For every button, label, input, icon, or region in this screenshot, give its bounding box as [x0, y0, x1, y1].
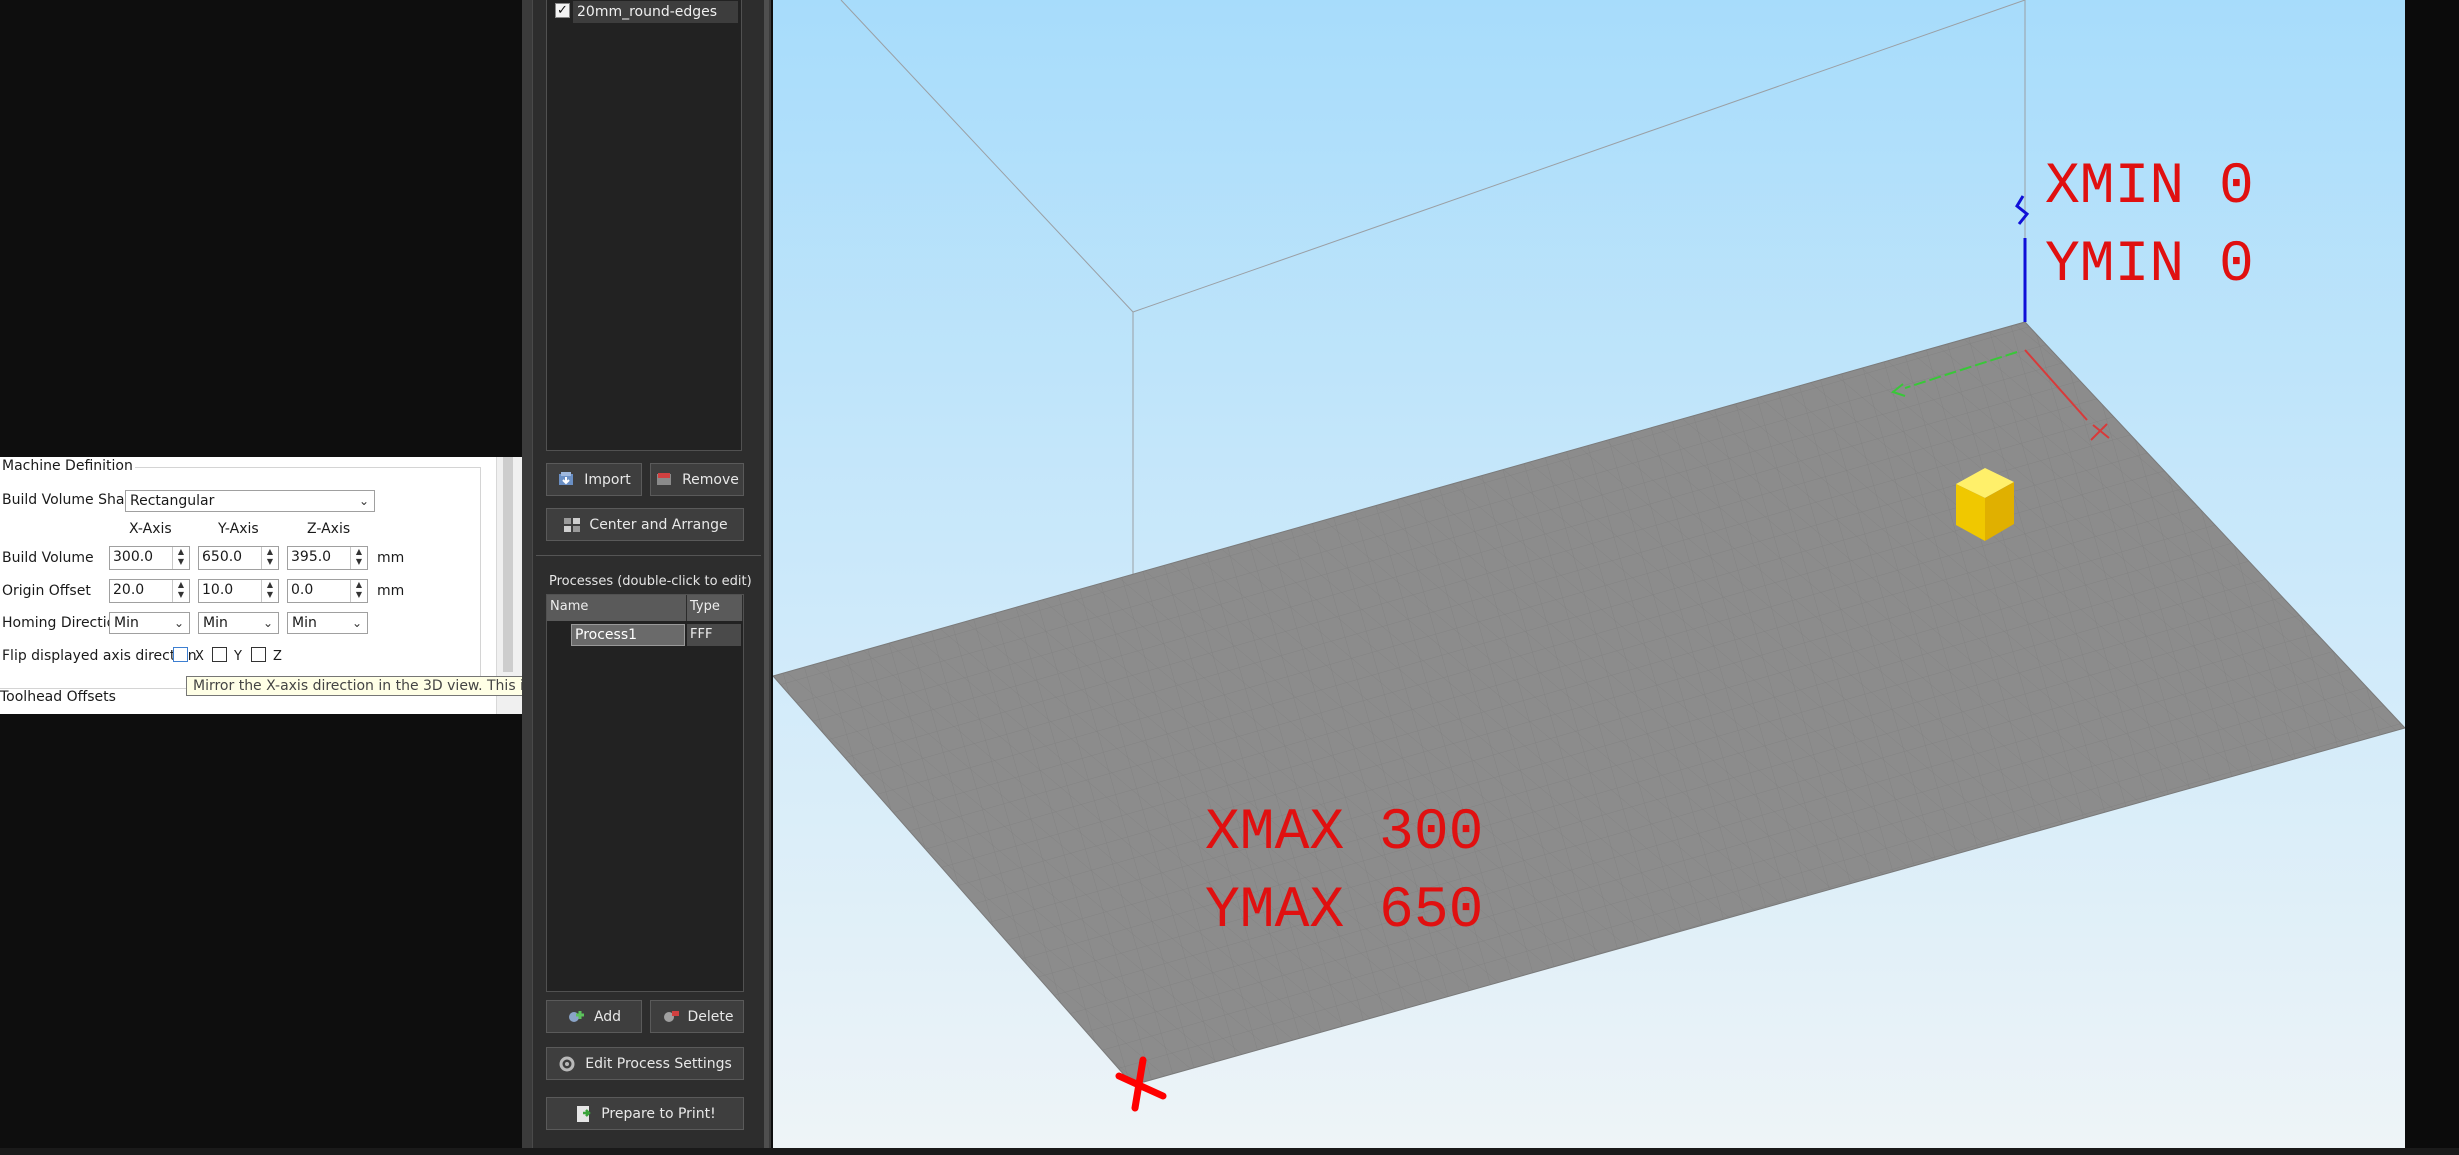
- spin-arrows-icon[interactable]: ▲ ▼: [172, 547, 189, 569]
- processes-title: Processes (double-click to edit): [547, 574, 754, 589]
- origin-offset-label: Origin Offset: [2, 583, 91, 599]
- homing-y-value: Min: [203, 615, 228, 631]
- add-icon: [568, 1010, 584, 1022]
- annotation-xmax: XMAX 300: [1205, 801, 1483, 866]
- origin-offset-x-value: 20.0: [113, 582, 145, 598]
- scrollbar-thumb[interactable]: [503, 457, 513, 672]
- homing-direction-y-select[interactable]: Min ⌄: [198, 612, 279, 634]
- side-panel: ✓ 20mm_round-edges Import Remove Center …: [522, 0, 771, 1148]
- chevron-down-icon: ⌄: [173, 616, 184, 630]
- origin-offset-y-input[interactable]: 10.0 ▲ ▼: [198, 579, 279, 603]
- z-axis-header: Z-Axis: [307, 521, 351, 537]
- flip-axis-label: Flip displayed axis direction: [2, 648, 197, 664]
- status-strip: [0, 1148, 2459, 1155]
- build-volume-z-value: 395.0: [291, 549, 332, 565]
- origin-offset-y-value: 10.0: [202, 582, 234, 598]
- process-row-type[interactable]: FFF: [687, 624, 741, 646]
- toolhead-offsets-title: Toolhead Offsets: [0, 689, 116, 705]
- origin-offset-z-value: 0.0: [291, 582, 314, 598]
- flip-z-label: Z: [273, 649, 282, 664]
- import-label: Import: [584, 471, 631, 488]
- flip-z-checkbox[interactable]: [251, 647, 266, 662]
- build-volume-shape-value: Rectangular: [130, 493, 215, 509]
- center-arrange-button[interactable]: Center and Arrange: [546, 508, 744, 541]
- panel-splitter[interactable]: [764, 0, 769, 1148]
- chevron-down-icon: ⌄: [262, 616, 273, 630]
- model-visible-checkbox[interactable]: ✓: [555, 3, 570, 18]
- models-list[interactable]: ✓ 20mm_round-edges: [546, 0, 742, 451]
- spin-arrows-icon[interactable]: ▲ ▼: [350, 547, 367, 569]
- homing-x-value: Min: [114, 615, 139, 631]
- import-button[interactable]: Import: [546, 463, 642, 496]
- gear-icon: [559, 1056, 575, 1071]
- annotation-ymin: YMIN 0: [2045, 233, 2254, 298]
- build-volume-shape-select[interactable]: Rectangular ⌄: [125, 490, 375, 512]
- spin-arrows-icon[interactable]: ▲ ▼: [261, 580, 278, 602]
- flip-x-tooltip: Mirror the X-axis direction in the 3D vi…: [186, 676, 526, 696]
- model-name: 20mm_round-edges: [577, 4, 718, 20]
- spin-arrows-icon[interactable]: ▲ ▼: [350, 580, 367, 602]
- delete-icon: [663, 1010, 679, 1022]
- annotation-xmin: XMIN 0: [2045, 155, 2254, 220]
- homing-direction-x-select[interactable]: Min ⌄: [109, 612, 190, 634]
- import-icon: [559, 471, 574, 485]
- machine-definition-title: Machine Definition: [0, 458, 135, 474]
- center-arrange-label: Center and Arrange: [589, 516, 728, 533]
- remove-button[interactable]: Remove: [650, 463, 744, 496]
- side-panel-inner: ✓ 20mm_round-edges Import Remove Center …: [532, 0, 767, 1148]
- add-process-label: Add: [593, 1008, 622, 1025]
- build-volume-unit: mm: [377, 550, 405, 566]
- chevron-down-icon: ⌄: [351, 616, 362, 630]
- spin-arrows-icon[interactable]: ▲ ▼: [172, 580, 189, 602]
- chevron-down-icon: ⌄: [358, 494, 369, 508]
- delete-process-button[interactable]: Delete: [650, 1000, 744, 1033]
- build-volume-label: Build Volume: [2, 550, 94, 566]
- add-process-button[interactable]: Add: [546, 1000, 642, 1033]
- delete-process-label: Delete: [687, 1008, 734, 1025]
- flip-x-label: X: [195, 649, 204, 664]
- flip-y-label: Y: [234, 649, 242, 664]
- name-column-header[interactable]: Name: [547, 595, 687, 621]
- remove-label: Remove: [682, 471, 739, 488]
- remove-icon: [657, 472, 672, 485]
- build-volume-y-input[interactable]: 650.0 ▲ ▼: [198, 546, 279, 570]
- origin-offset-unit: mm: [377, 583, 405, 599]
- flip-x-checkbox[interactable]: [173, 647, 188, 662]
- edit-process-settings-button[interactable]: Edit Process Settings: [546, 1047, 744, 1080]
- edit-process-settings-label: Edit Process Settings: [585, 1055, 732, 1072]
- type-column-header[interactable]: Type: [687, 595, 743, 621]
- arrange-icon: [564, 517, 581, 532]
- homing-direction-label: Homing Direction: [2, 615, 125, 631]
- prepare-to-print-label: Prepare to Print!: [601, 1105, 716, 1122]
- x-axis-header: X-Axis: [129, 521, 172, 537]
- build-volume-z-input[interactable]: 395.0 ▲ ▼: [287, 546, 368, 570]
- 3d-viewport[interactable]: XMIN 0 YMIN 0 XMAX 300 YMAX 650: [773, 0, 2405, 1148]
- flip-y-checkbox[interactable]: [212, 647, 227, 662]
- build-volume-x-input[interactable]: 300.0 ▲ ▼: [109, 546, 190, 570]
- process-row-name[interactable]: Process1: [571, 624, 685, 646]
- window-edge: [2405, 0, 2459, 1148]
- build-volume-shape-label: Build Volume Shape: [2, 492, 142, 508]
- processes-table[interactable]: Name Type Process1 FFF: [546, 594, 744, 992]
- build-volume-x-value: 300.0: [113, 549, 154, 565]
- annotation-ymax: YMAX 650: [1205, 879, 1483, 944]
- origin-offset-x-input[interactable]: 20.0 ▲ ▼: [109, 579, 190, 603]
- origin-offset-z-input[interactable]: 0.0 ▲ ▼: [287, 579, 368, 603]
- y-axis-header: Y-Axis: [218, 521, 259, 537]
- prepare-to-print-button[interactable]: Prepare to Print!: [546, 1097, 744, 1130]
- model-item-20mm-round-edges[interactable]: ✓ 20mm_round-edges: [555, 1, 738, 23]
- divider: [536, 555, 761, 556]
- print-icon: [577, 1105, 591, 1122]
- homing-direction-z-select[interactable]: Min ⌄: [287, 612, 368, 634]
- homing-z-value: Min: [292, 615, 317, 631]
- spin-arrows-icon[interactable]: ▲ ▼: [261, 547, 278, 569]
- build-volume-y-value: 650.0: [202, 549, 243, 565]
